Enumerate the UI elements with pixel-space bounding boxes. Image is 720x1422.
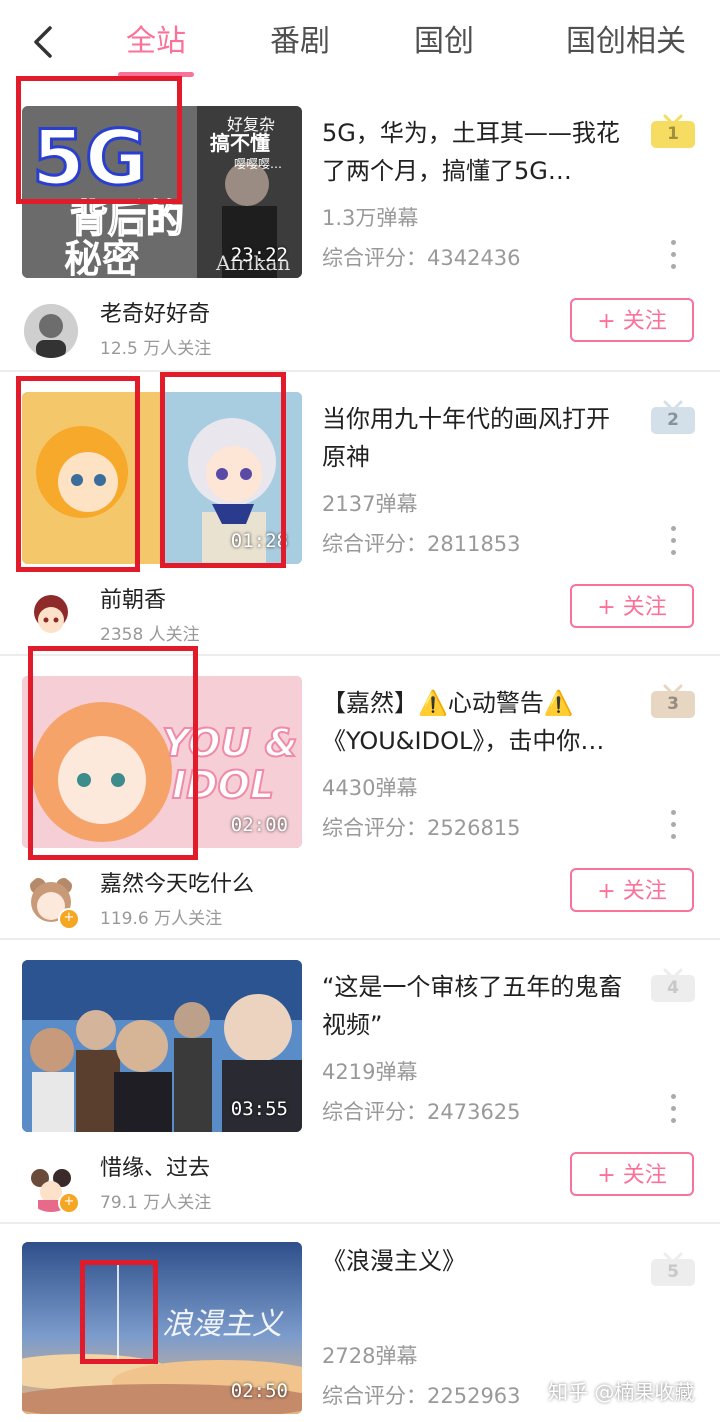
video-thumbnail[interactable]: 5G 背后的 秘密 好复杂 搞不懂 嘤嘤嘤… Afrikan 23:22 — [22, 106, 302, 278]
ranking-item[interactable]: 5G 背后的 秘密 好复杂 搞不懂 嘤嘤嘤… Afrikan 23:22 5G，… — [0, 84, 720, 372]
rank-number: 2 — [667, 410, 679, 430]
ranking-item[interactable]: 01:28 当你用九十年代的画风打开原神 2137弹幕 综合评分：2811853… — [0, 370, 720, 656]
uploader-name[interactable]: 老奇好好奇 — [100, 296, 210, 328]
avatar[interactable] — [24, 590, 78, 644]
follow-button[interactable]: + 关注 — [570, 868, 694, 912]
overall-score: 综合评分：2811853 — [322, 532, 521, 556]
follow-button[interactable]: + 关注 — [570, 298, 694, 342]
top-navigation-bar: 全站 番剧 国创 国创相关 — [0, 0, 720, 84]
tab-guochuang-related[interactable]: 国创相关 — [566, 22, 686, 62]
danmaku-count: 4430弹幕 — [322, 776, 418, 800]
follower-count: 79.1 万人关注 — [100, 1193, 212, 1213]
rank-number: 5 — [667, 1262, 679, 1282]
video-duration: 02:50 — [230, 1380, 288, 1402]
tab-all[interactable]: 全站 — [126, 22, 186, 62]
ranking-item[interactable]: YOU & IDOL 02:00 【嘉然】⚠️心动警告⚠️《YOU&IDOL》，… — [0, 654, 720, 940]
follow-button[interactable]: + 关注 — [570, 1152, 694, 1196]
video-duration: 01:28 — [230, 530, 288, 552]
rank-number: 1 — [667, 124, 679, 144]
avatar[interactable]: + — [24, 1158, 80, 1214]
more-vertical-icon[interactable] — [668, 240, 678, 276]
watermark: 知乎 @楠果收藏 — [548, 1380, 695, 1404]
rank-number: 3 — [667, 694, 679, 714]
thumbnail-text: 搞不懂 — [210, 131, 270, 155]
video-thumbnail[interactable]: 03:55 — [22, 960, 302, 1132]
more-vertical-icon[interactable] — [668, 1094, 678, 1130]
overall-score: 综合评分：2473625 — [322, 1100, 521, 1124]
uploader-name[interactable]: 前朝香 — [100, 582, 166, 614]
verified-badge-icon: + — [58, 908, 80, 930]
thumbnail-text: 秘密 — [64, 236, 140, 278]
video-title[interactable]: 5G，华为，土耳其——我花了两个月，搞懂了5G… — [322, 114, 632, 190]
avatar[interactable]: + — [24, 874, 80, 930]
rank-number: 4 — [667, 978, 679, 998]
ranking-item[interactable]: 03:55 “这是一个审核了五年的鬼畜视频” 4219弹幕 综合评分：24736… — [0, 938, 720, 1224]
video-duration: 23:22 — [230, 244, 288, 266]
danmaku-count: 4219弹幕 — [322, 1060, 418, 1084]
follower-count: 119.6 万人关注 — [100, 909, 223, 929]
follower-count: 2358 人关注 — [100, 625, 200, 645]
avatar[interactable] — [24, 304, 78, 358]
rank-badge: 1 — [650, 114, 696, 148]
rank-badge: 2 — [650, 400, 696, 434]
overall-score: 综合评分：2526815 — [322, 816, 521, 840]
uploader-name[interactable]: 嘉然今天吃什么 — [100, 866, 254, 898]
rank-badge: 3 — [650, 684, 696, 718]
follow-button[interactable]: + 关注 — [570, 584, 694, 628]
more-vertical-icon[interactable] — [668, 810, 678, 846]
thumbnail-text: 嘤嘤嘤… — [234, 157, 282, 171]
danmaku-count: 2728弹幕 — [322, 1344, 418, 1368]
video-duration: 03:55 — [230, 1098, 288, 1120]
follower-count: 12.5 万人关注 — [100, 339, 212, 359]
uploader-name[interactable]: 惜缘、过去 — [100, 1150, 210, 1182]
rank-badge: 4 — [650, 968, 696, 1002]
tab-bangumi[interactable]: 番剧 — [270, 22, 330, 62]
video-title[interactable]: 《浪漫主义》 — [322, 1242, 632, 1280]
danmaku-count: 2137弹幕 — [322, 492, 418, 516]
overall-score: 综合评分：2252963 — [322, 1384, 521, 1408]
thumbnail-text: 浪漫主义 — [162, 1307, 284, 1342]
thumbnail-text: YOU & — [162, 721, 298, 765]
video-thumbnail[interactable]: 01:28 — [22, 392, 302, 564]
video-title[interactable]: “这是一个审核了五年的鬼畜视频” — [322, 968, 632, 1044]
verified-badge-icon: + — [58, 1192, 80, 1214]
thumbnail-text-5g: 5G — [32, 113, 147, 202]
danmaku-count: 1.3万弹幕 — [322, 206, 419, 230]
more-vertical-icon[interactable] — [668, 526, 678, 562]
chevron-left-icon[interactable] — [26, 22, 62, 62]
video-thumbnail[interactable]: 浪漫主义 02:50 — [22, 1242, 302, 1414]
thumbnail-text: IDOL — [172, 763, 274, 807]
rank-badge: 5 — [650, 1252, 696, 1286]
active-tab-indicator — [118, 72, 194, 77]
tab-guochuang[interactable]: 国创 — [414, 22, 474, 62]
thumbnail-text: 背后的 — [70, 196, 184, 241]
overall-score: 综合评分：4342436 — [322, 246, 521, 270]
video-title[interactable]: 【嘉然】⚠️心动警告⚠️《YOU&IDOL》，击中你… — [322, 684, 632, 760]
video-duration: 02:00 — [230, 814, 288, 836]
video-title[interactable]: 当你用九十年代的画风打开原神 — [322, 400, 632, 476]
video-thumbnail[interactable]: YOU & IDOL 02:00 — [22, 676, 302, 848]
